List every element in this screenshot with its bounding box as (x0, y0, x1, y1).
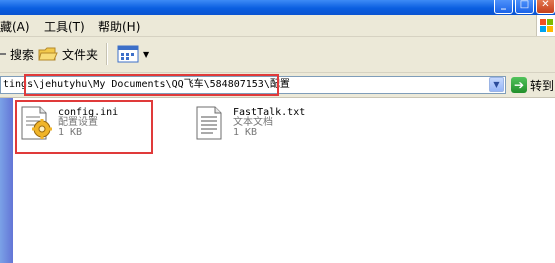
maximize-button[interactable]: □ (515, 0, 534, 14)
search-label: 搜索 (10, 47, 35, 62)
folders-label: 文件夹 (62, 47, 99, 62)
views-button[interactable]: ▼ (117, 43, 149, 65)
toolbar-separator (106, 43, 108, 65)
task-pane (0, 98, 13, 263)
config-settings-icon (20, 105, 52, 141)
go-arrow-icon: ➔ (511, 77, 527, 93)
minimize-button[interactable]: _ (494, 0, 513, 14)
folders-button[interactable]: 文件夹 (38, 43, 98, 65)
address-bar: tings\jehutyhu\My Documents\QQ飞车\5848071… (0, 73, 555, 98)
file-item-fasttalk[interactable]: FastTalk.txt 文本文档 1 KB (195, 105, 305, 141)
windows-logo-icon (536, 15, 555, 36)
menu-bar: 藏(A) 工具(T) 帮助(H) (0, 15, 555, 37)
file-size: 1 KB (58, 127, 83, 138)
close-button[interactable]: ✕ (536, 0, 555, 14)
address-dropdown-button[interactable]: ▼ (489, 77, 504, 92)
file-item-config[interactable]: config.ini 配置设置 1 KB (20, 105, 118, 141)
go-button[interactable]: ➔ 转到 (511, 76, 554, 94)
menu-favorites[interactable]: 藏(A) (0, 18, 30, 35)
views-icon (117, 45, 139, 63)
search-button[interactable]: 搜索 (0, 43, 34, 65)
file-size: 1 KB (233, 127, 258, 138)
folder-icon (38, 47, 58, 61)
menu-tools[interactable]: 工具(T) (44, 18, 85, 35)
title-bar: _ □ ✕ (0, 0, 555, 15)
toolbar: 搜索 文件夹 ▼ (0, 37, 555, 73)
chevron-down-icon: ▼ (143, 49, 150, 59)
text-document-icon (195, 105, 227, 141)
menu-help[interactable]: 帮助(H) (98, 18, 140, 35)
address-input[interactable]: tings\jehutyhu\My Documents\QQ飞车\5848071… (0, 76, 506, 94)
search-icon (0, 53, 6, 55)
go-label: 转到 (530, 78, 555, 93)
